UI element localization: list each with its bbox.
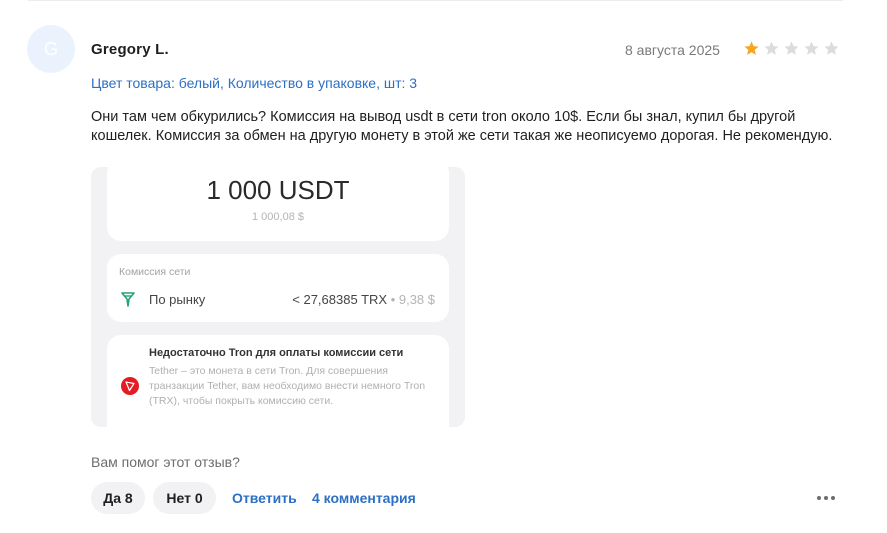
warning-title: Недостаточно Tron для оплаты комиссии се… [149, 347, 404, 359]
tether-icon [121, 292, 135, 307]
tron-icon [121, 377, 139, 395]
comments-link[interactable]: 4 комментария [312, 490, 416, 506]
warning-card: Недостаточно Tron для оплаты комиссии се… [107, 335, 449, 427]
vote-yes-button[interactable]: Да 8 [91, 482, 145, 514]
review-photo[interactable]: 1 000 USDT 1 000,08 $ Комиссия сети По р… [91, 167, 465, 427]
star-empty-icon [784, 41, 799, 55]
star-empty-icon [804, 41, 819, 55]
avatar-letter: G [43, 38, 58, 59]
helpful-question: Вам помог этот отзыв? [91, 454, 240, 470]
top-divider [28, 0, 843, 1]
fee-mode: По рынку [149, 292, 206, 307]
rating-stars [743, 40, 840, 57]
star-filled-icon [744, 41, 759, 55]
warning-body: Tether – это монета в сети Tron. Для сов… [149, 365, 426, 407]
product-attributes: Цвет товара: белый, Количество в упаковк… [91, 75, 418, 91]
fee-amount: < 27,68385 TRX • 9,38 $ [292, 292, 435, 307]
vote-no-button[interactable]: Нет 0 [153, 482, 216, 514]
review-date: 8 августа 2025 [625, 42, 720, 58]
avatar: G [27, 25, 75, 73]
amount-card: 1 000 USDT 1 000,08 $ [107, 167, 449, 241]
more-options-icon[interactable] [812, 490, 840, 506]
review-text: Они там чем обкурились? Комиссия на выво… [91, 109, 833, 144]
fee-usd: • 9,38 $ [387, 292, 435, 307]
amount-usd: 1 000,08 $ [252, 211, 304, 223]
fee-trx: < 27,68385 TRX [292, 292, 388, 307]
fee-title: Комиссия сети [119, 266, 191, 278]
star-empty-icon [764, 41, 779, 55]
amount-value: 1 000 USDT [206, 175, 350, 205]
fee-card: Комиссия сети По рынку < 27,68385 TRX • … [107, 254, 449, 322]
reply-link[interactable]: Ответить [232, 490, 297, 506]
star-empty-icon [824, 41, 839, 55]
author-name: Gregory L. [91, 41, 169, 58]
